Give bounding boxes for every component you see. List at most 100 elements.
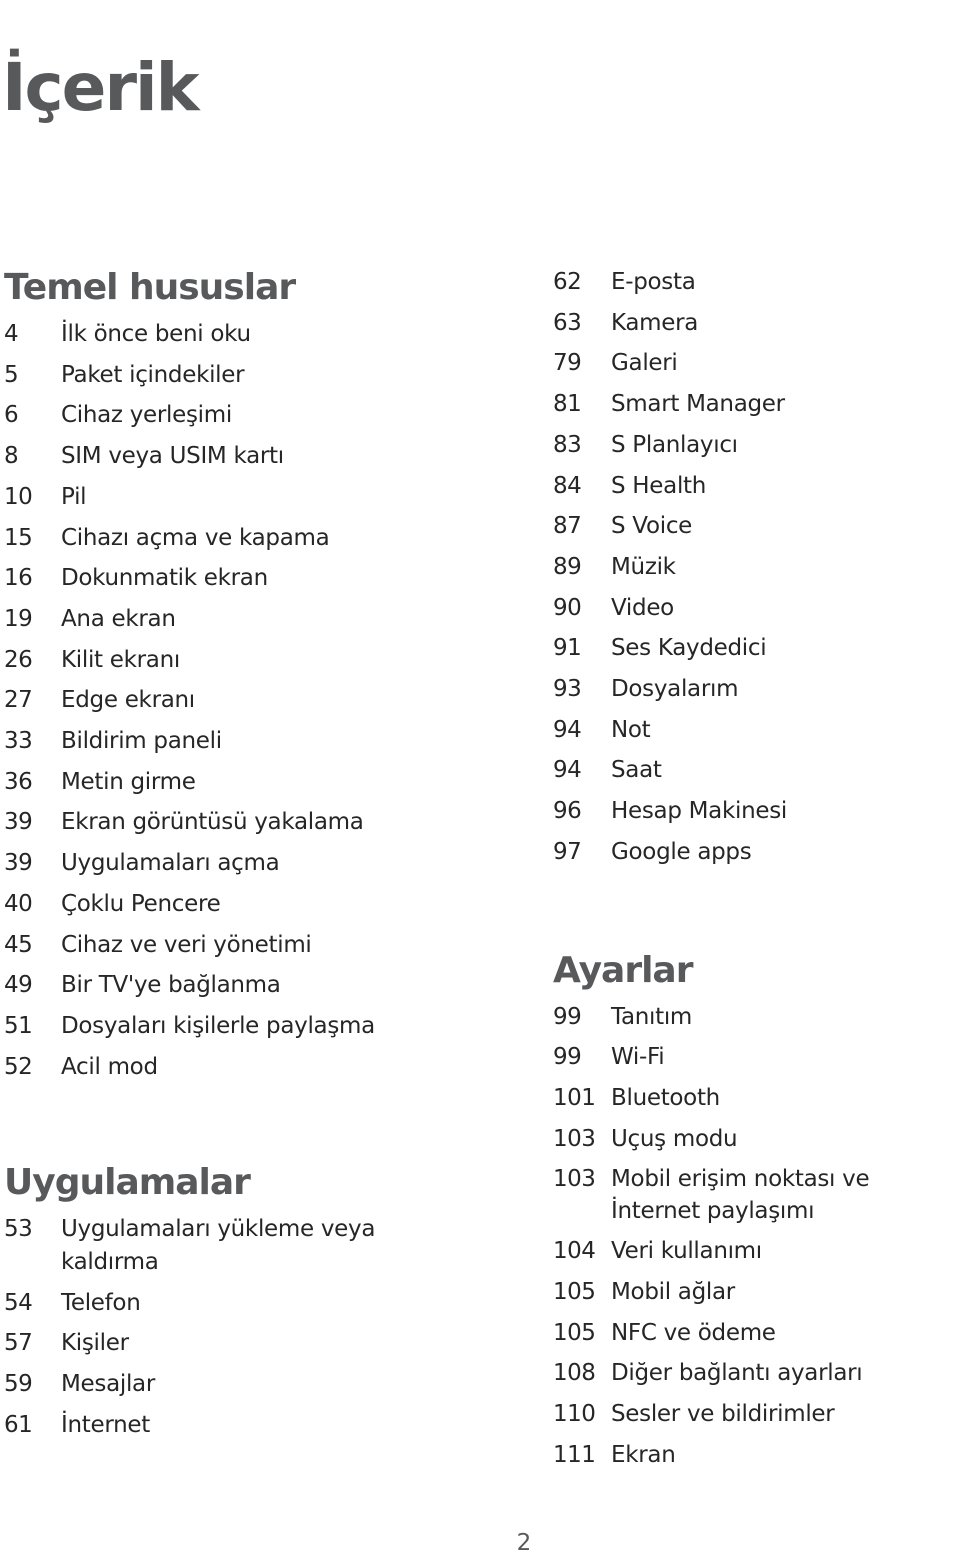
- toc-entry-title: Smart Manager: [611, 391, 785, 418]
- toc-page-number: 45: [4, 931, 33, 958]
- toc-page-number: 39: [4, 809, 33, 836]
- toc-entry[interactable]: 62 E-posta: [553, 262, 960, 303]
- toc-entry[interactable]: 10 Pil: [4, 477, 424, 518]
- toc-entry[interactable]: 79 Galeri: [553, 343, 960, 384]
- toc-page-number: 87: [553, 513, 582, 540]
- toc-entry[interactable]: 40 Çoklu Pencere: [4, 884, 424, 925]
- toc-entry-title: Cihazı açma ve kapama: [61, 524, 330, 551]
- toc-page-number: 96: [553, 798, 582, 825]
- toc-entry[interactable]: 93 Dosyalarım: [553, 669, 960, 710]
- toc-entry[interactable]: 61 İnternet: [4, 1405, 424, 1446]
- toc-entry[interactable]: 15 Cihazı açma ve kapama: [4, 518, 424, 559]
- toc-entry-title: Bir TV'ye bağlanma: [61, 972, 281, 999]
- toc-entry-title: Ekran: [611, 1441, 676, 1468]
- toc-page-number: 89: [553, 553, 582, 580]
- toc-entry[interactable]: 101 Bluetooth: [553, 1078, 960, 1119]
- toc-entry[interactable]: 59 Mesajlar: [4, 1364, 424, 1405]
- toc-page-number: 10: [4, 483, 33, 510]
- toc-entry[interactable]: 103 Uçuş modu: [553, 1119, 960, 1160]
- toc-entry-title: Mesajlar: [61, 1371, 156, 1398]
- toc-page-number: 79: [553, 350, 582, 377]
- toc-entry[interactable]: 91 Ses Kaydedici: [553, 628, 960, 669]
- toc-entry[interactable]: 108 Diğer bağlantı ayarları: [553, 1353, 960, 1394]
- toc-entry-title: Ana ekran: [61, 605, 176, 632]
- toc-entry-title: Veri kullanımı: [611, 1238, 762, 1265]
- toc-entry[interactable]: 87 S Voice: [553, 506, 960, 547]
- toc-entry[interactable]: 96 Hesap Makinesi: [553, 791, 960, 832]
- toc-entry[interactable]: 63 Kamera: [553, 303, 960, 344]
- toc-page-number: 91: [553, 635, 582, 662]
- toc-entry[interactable]: 110 Sesler ve bildirimler: [553, 1394, 960, 1435]
- toc-entry-title: Pil: [61, 483, 87, 510]
- toc-page-number: 40: [4, 890, 33, 917]
- toc-entry[interactable]: 99 Tanıtım: [553, 997, 960, 1038]
- toc-page-number: 54: [4, 1289, 33, 1316]
- toc-entry[interactable]: 16 Dokunmatik ekran: [4, 558, 424, 599]
- toc-page-number: 53: [4, 1216, 33, 1243]
- toc-entry[interactable]: 45 Cihaz ve veri yönetimi: [4, 925, 424, 966]
- toc-entry-title: Bildirim paneli: [61, 728, 222, 755]
- toc-page-number: 4: [4, 321, 19, 347]
- toc-entry[interactable]: 83 S Planlayıcı: [553, 425, 960, 466]
- toc-entry[interactable]: 111 Ekran: [553, 1435, 960, 1476]
- toc-entry[interactable]: 6 Cihaz yerleşimi: [4, 395, 424, 436]
- toc-entry-title: SIM veya USIM kartı: [61, 443, 284, 470]
- toc-entry[interactable]: 57 Kişiler: [4, 1323, 424, 1364]
- toc-page-number: 27: [4, 687, 33, 714]
- toc-list-ayarlar: 99 Tanıtım 99 Wi-Fi 101 Bluetooth 103 Uçuş modu…: [553, 997, 960, 1476]
- toc-entry-title: Google apps: [611, 838, 752, 865]
- toc-page-number: 8: [4, 443, 19, 470]
- toc-entry[interactable]: 89 Müzik: [553, 547, 960, 588]
- toc-page-number: 111: [553, 1441, 596, 1468]
- toc-entry[interactable]: 94 Not: [553, 710, 960, 751]
- toc-page-number: 103: [553, 1125, 596, 1152]
- toc-entry[interactable]: 49 Bir TV'ye bağlanma: [4, 965, 424, 1006]
- toc-entry-title: Kamera: [611, 309, 699, 336]
- toc-entry-title: Mobil erişim noktası ve İnternet paylaşı…: [611, 1166, 870, 1225]
- toc-page-number: 90: [553, 594, 582, 621]
- toc-page-number: 63: [553, 309, 582, 336]
- toc-entry[interactable]: 54 Telefon: [4, 1283, 424, 1324]
- toc-entry-title: Wi-Fi: [611, 1044, 665, 1071]
- toc-entry-title: Metin girme: [61, 768, 196, 795]
- toc-entry[interactable]: 104 Veri kullanımı: [553, 1231, 960, 1272]
- toc-entry-title: Galeri: [611, 350, 678, 377]
- toc-entry-title: Cihaz ve veri yönetimi: [61, 931, 312, 958]
- toc-entry[interactable]: 27 Edge ekranı: [4, 680, 424, 721]
- toc-page-number: 36: [4, 768, 33, 795]
- toc-entry[interactable]: 84 S Health: [553, 466, 960, 507]
- toc-entry[interactable]: 97 Google apps: [553, 832, 960, 873]
- toc-entry[interactable]: 39 Ekran görüntüsü yakalama: [4, 802, 424, 843]
- toc-entry[interactable]: 103 Mobil erişim noktası ve İnternet payl…: [553, 1159, 960, 1231]
- toc-entry-title: Dosyaları kişilerle paylaşma: [61, 1012, 375, 1039]
- toc-page-number: 110: [553, 1401, 596, 1428]
- toc-entry[interactable]: 19 Ana ekran: [4, 599, 424, 640]
- toc-entry[interactable]: 53 Uygulamaları yükleme veya kaldırma: [4, 1209, 424, 1282]
- toc-entry[interactable]: 81 Smart Manager: [553, 384, 960, 425]
- toc-page-number: 49: [4, 972, 33, 999]
- toc-column-left: Temel hususlar 4 İlk önce beni oku 5 Paket …: [4, 262, 424, 1446]
- toc-entry[interactable]: 99 Wi-Fi: [553, 1037, 960, 1078]
- toc-entry[interactable]: 4 İlk önce beni oku: [4, 314, 424, 355]
- toc-entry[interactable]: 39 Uygulamaları açma: [4, 843, 424, 884]
- toc-entry[interactable]: 105 NFC ve ödeme: [553, 1313, 960, 1354]
- toc-page-number: 26: [4, 646, 33, 673]
- toc-entry[interactable]: 52 Acil mod: [4, 1047, 424, 1088]
- toc-entry-title: S Health: [611, 472, 707, 499]
- toc-entry[interactable]: 105 Mobil ağlar: [553, 1272, 960, 1313]
- section-heading-uygulamalar: Uygulamalar: [4, 1162, 251, 1204]
- toc-entry[interactable]: 90 Video: [553, 588, 960, 629]
- toc-entry[interactable]: 8 SIM veya USIM kartı: [4, 436, 424, 477]
- toc-entry-title: S Voice: [611, 513, 693, 540]
- toc-page-number: 39: [4, 850, 33, 877]
- toc-entry[interactable]: 36 Metin girme: [4, 762, 424, 803]
- toc-entry[interactable]: 26 Kilit ekranı: [4, 640, 424, 681]
- toc-entry[interactable]: 33 Bildirim paneli: [4, 721, 424, 762]
- toc-entry-title: Not: [611, 716, 651, 743]
- toc-entry[interactable]: 51 Dosyaları kişilerle paylaşma: [4, 1006, 424, 1047]
- toc-entry[interactable]: 5 Paket içindekiler: [4, 355, 424, 396]
- toc-list-uygulamalar: 53 Uygulamaları yükleme veya kaldırma 54 Te…: [4, 1209, 424, 1445]
- toc-entry[interactable]: 94 Saat: [553, 750, 960, 791]
